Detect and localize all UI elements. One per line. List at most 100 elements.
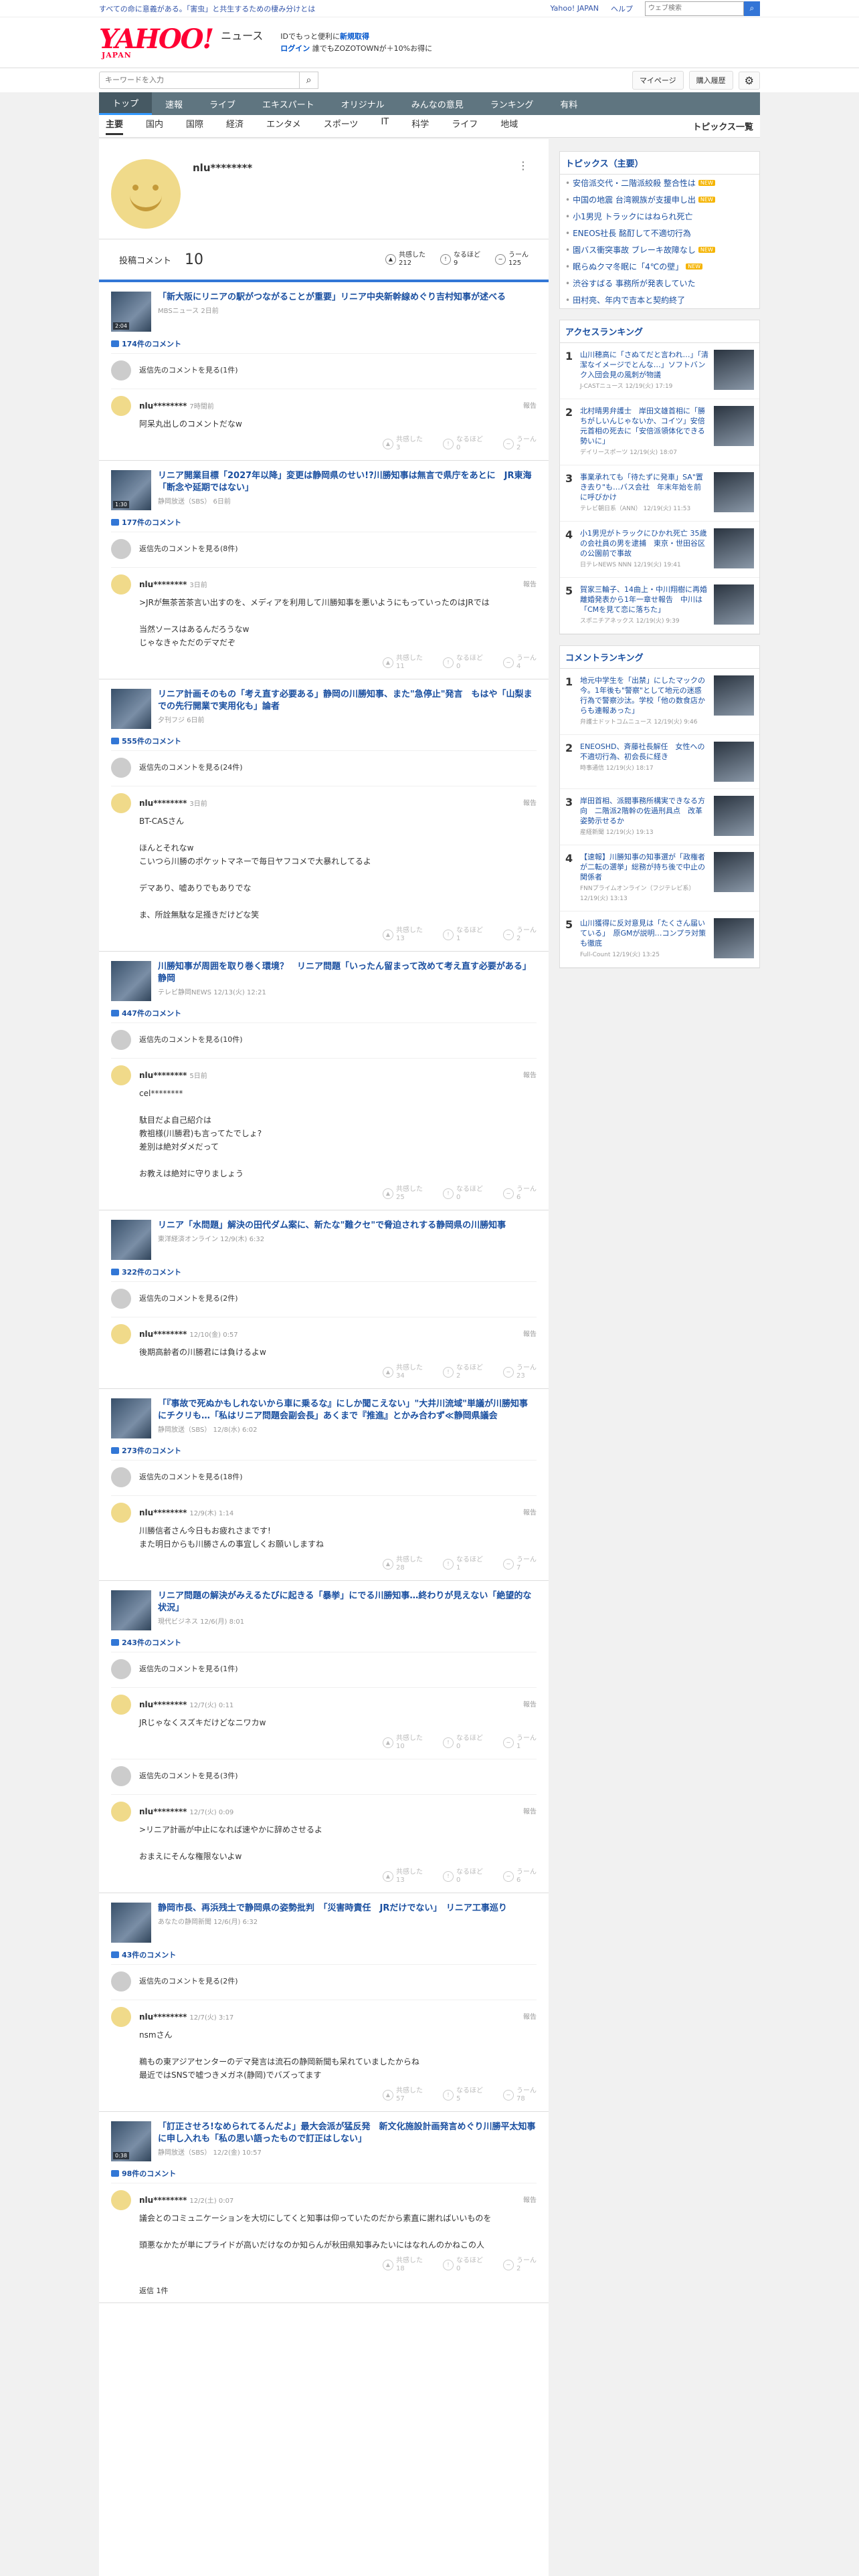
tab-paid[interactable]: 有料 (547, 92, 591, 115)
reaction-button[interactable]: ! なるほど 1 (443, 1556, 483, 1572)
article-title[interactable]: 「『事故で死ぬかもしれないから車に乗るな』にしか聞こえない」"大井川流域"単議が… (158, 1398, 537, 1422)
reaction-button[interactable]: ! なるほど 0 (443, 1186, 483, 1202)
comment-user[interactable]: nlu******** (139, 1700, 187, 1709)
web-search-input[interactable] (645, 1, 744, 16)
tab-original[interactable]: オリジナル (328, 92, 398, 115)
cat-region[interactable]: 地域 (500, 117, 518, 135)
cat-domestic[interactable]: 国内 (146, 117, 163, 135)
report-link[interactable]: 報告 (523, 400, 537, 410)
reaction-button[interactable]: ∼ うーん 6 (503, 1186, 537, 1202)
cat-international[interactable]: 国際 (186, 117, 203, 135)
article-thumbnail[interactable]: 2:04 (111, 292, 151, 332)
reaction-button[interactable]: ▲ 共感した 13 (383, 927, 423, 943)
comment-user[interactable]: nlu******** (139, 1807, 187, 1816)
ranking-title[interactable]: 北村晴男弁護士 岸田文雄首相に「勝ちがしいんじゃないか、コイツ」安倍元首相の死去… (580, 406, 708, 446)
parent-comment-text[interactable]: 返信先のコメントを見る(3件) (139, 1766, 537, 1786)
cat-life[interactable]: ライフ (452, 117, 478, 135)
topic-link[interactable]: • 渋谷すばる 事務所が発表していた (560, 275, 759, 292)
report-link[interactable]: 報告 (523, 2194, 537, 2204)
article-title[interactable]: 静岡市長、再浜残土で静岡県の姿勢批判 「災害時責任 JRだけでない」 リニア工事… (158, 1903, 507, 1915)
article-thumbnail[interactable] (111, 1220, 151, 1260)
reaction-button[interactable]: ∼ うーん 6 (503, 1868, 537, 1885)
parent-comment-link[interactable]: 返信先のコメントを見る(3件) (111, 1759, 537, 1794)
reaction-button[interactable]: ! なるほど 0 (443, 1868, 483, 1885)
article-thumbnail[interactable] (111, 689, 151, 729)
reaction-button[interactable]: ∼ うーん 23 (503, 1364, 537, 1380)
report-link[interactable]: 報告 (523, 1699, 537, 1709)
ranking-title[interactable]: 【速報】川勝知事の知事選が「政権者が二転の選挙」総務が持ち後で中止の関係者 (580, 852, 708, 882)
cat-sports[interactable]: スポーツ (324, 117, 359, 135)
article-thumbnail[interactable]: 1:30 (111, 470, 151, 510)
topic-link[interactable]: • 中国の地震 台湾親族が支援申し出 NEW (560, 191, 759, 208)
parent-comment-text[interactable]: 返信先のコメントを見る(1件) (139, 1659, 537, 1679)
comment-user[interactable]: nlu******** (139, 798, 187, 808)
reaction-button[interactable]: ▲ 共感した 28 (383, 1556, 423, 1572)
reaction-button[interactable]: ! なるほど 0 (443, 655, 483, 671)
ranking-title[interactable]: 小1男児がトラックにひかれ死亡 35歳の会社員の男を逮捕 東京・世田谷区の公園前… (580, 528, 708, 558)
report-link[interactable]: 報告 (523, 578, 537, 588)
parent-comment-link[interactable]: 返信先のコメントを見る(10件) (111, 1023, 537, 1058)
keyword-input[interactable] (99, 72, 300, 89)
report-link[interactable]: 報告 (523, 1328, 537, 1338)
topic-link[interactable]: • ENEOS社長 酩酊して不適切行為 (560, 225, 759, 241)
article-title[interactable]: リニア開業目標「2027年以降」変更は静岡県のせい!?川勝知事は無言で県庁をあと… (158, 470, 537, 494)
topic-link[interactable]: • 眠らぬクマ冬眠に「4℃の壁」 NEW (560, 258, 759, 275)
parent-comment-text[interactable]: 返信先のコメントを見る(8件) (139, 539, 537, 559)
article-thumbnail[interactable] (111, 1398, 151, 1438)
parent-comment-text[interactable]: 返信先のコメントを見る(2件) (139, 1971, 537, 1992)
search-icon[interactable]: ⌕ (744, 1, 760, 16)
reaction-button[interactable]: ∼ うーん 4 (503, 655, 537, 671)
more-menu-icon[interactable]: ⋮ (518, 159, 529, 172)
ranking-item[interactable]: 3 岸田首相、派閥事務所構実できなる方向 二階派2階幹の佐過刑具点 改革姿勢示せる… (560, 789, 759, 845)
article-thumbnail[interactable]: 0:38 (111, 2121, 151, 2161)
ranking-item[interactable]: 1 山川穂高に「さぬてだと言われ…」「清潔なイメージでとんな…」ソフトバンク入団会… (560, 343, 759, 399)
parent-comment-link[interactable]: 返信先のコメントを見る(24件) (111, 750, 537, 786)
report-link[interactable]: 報告 (523, 1507, 537, 1517)
reaction-button[interactable]: ! なるほど 1 (443, 927, 483, 943)
search-icon[interactable]: ⌕ (300, 72, 318, 89)
ranking-item[interactable]: 4 【速報】川勝知事の知事選が「政権者が二転の選挙」総務が持ち後で中止の関係者 FN… (560, 845, 759, 911)
parent-comment-link[interactable]: 返信先のコメントを見る(2件) (111, 1964, 537, 2000)
tab-breaking[interactable]: 速報 (152, 92, 196, 115)
signup-link[interactable]: 新規取得 (340, 32, 369, 41)
reaction-button[interactable]: ∼ うーん 7 (503, 1556, 537, 1572)
topic-link[interactable]: • 安倍派交代・二階派絞殺 整合性は NEW (560, 175, 759, 191)
article-title[interactable]: 「訂正させろ!なめられてるんだよ」最大会派が猛反発 新文化施設計画発言めぐり川勝… (158, 2121, 537, 2145)
reaction-button[interactable]: ∼ うーん 2 (503, 927, 537, 943)
login-link[interactable]: ログイン (280, 44, 310, 53)
ranking-title[interactable]: 岸田首相、派閥事務所構実できなる方向 二階派2階幹の佐過刑具点 改革姿勢示せるか (580, 796, 708, 826)
tab-ranking[interactable]: ランキング (477, 92, 547, 115)
reply-count-link[interactable]: 返信 1件 (139, 2285, 537, 2296)
article-title[interactable]: 「新大阪にリニアの駅がつながることが重要」リニア中央新幹線めぐり吉村知事が述べる (158, 292, 506, 304)
parent-comment-link[interactable]: 返信先のコメントを見る(1件) (111, 1652, 537, 1687)
ranking-title[interactable]: 賀家三輪子、14曲上・中川翔樹に再婚 離婚発表から1年一章せ報告 中川は「CMを… (580, 584, 714, 615)
reaction-button[interactable]: ▲ 共感した 34 (383, 1364, 423, 1380)
comment-count-link[interactable]: 555件のコメント (111, 736, 537, 746)
comment-user[interactable]: nlu******** (139, 401, 187, 411)
comment-count-link[interactable]: 447件のコメント (111, 1008, 537, 1018)
comment-count-link[interactable]: 177件のコメント (111, 517, 537, 528)
ranking-item[interactable]: 4 小1男児がトラックにひかれ死亡 35歳の会社員の男を逮捕 東京・世田谷区の公園… (560, 522, 759, 578)
ranking-title[interactable]: 地元中学生を「出禁」にしたマックの今。1年後も"警察"として地元の迷惑行為で警察… (580, 675, 708, 716)
cat-entertainment[interactable]: エンタメ (266, 117, 301, 135)
article-title[interactable]: リニア「水問題」解決の田代ダム案に、新たな"難クセ"で脅迫されする静岡県の川勝知… (158, 1220, 506, 1232)
ranking-item[interactable]: 5 賀家三輪子、14曲上・中川翔樹に再婚 離婚発表から1年一章せ報告 中川は「CM… (560, 578, 759, 634)
comment-count-link[interactable]: 43件のコメント (111, 1949, 537, 1960)
comment-user[interactable]: nlu******** (139, 1071, 187, 1080)
reaction-button[interactable]: ∼ うーん 78 (503, 2087, 537, 2103)
topic-link[interactable]: • 園バス衝突事故 ブレーキ故障なし NEW (560, 241, 759, 258)
purchase-history-button[interactable]: 購入履歴 (688, 71, 733, 90)
ranking-title[interactable]: 事業承れても「待たずに発車」SA"置き去り"も…バス会社 年末年始を前に呼びかけ (580, 472, 708, 502)
tab-live[interactable]: ライブ (196, 92, 249, 115)
comment-user[interactable]: nlu******** (139, 2195, 187, 2205)
reaction-button[interactable]: ▲ 共感した 11 (383, 655, 423, 671)
topic-link[interactable]: • 田村亮、年内で吉本と契約終了 (560, 292, 759, 308)
parent-comment-text[interactable]: 返信先のコメントを見る(24件) (139, 758, 537, 778)
parent-comment-text[interactable]: 返信先のコメントを見る(1件) (139, 360, 537, 381)
ranking-title[interactable]: 山川獲得に反対意見は「たくさん届いている」 原GMが説明…コンプラ対策も徹底 (580, 918, 708, 948)
reaction-button[interactable]: ! なるほど 0 (443, 436, 483, 452)
reaction-button[interactable]: ∼ うーん 2 (503, 436, 537, 452)
ranking-title[interactable]: 山川穂高に「さぬてだと言われ…」「清潔なイメージでとんな…」ソフトバンク入団会見… (580, 350, 708, 380)
top-notice-link[interactable]: すべての命に意義がある。「害虫」と共生するための棲み分けとは (99, 3, 315, 14)
ranking-item[interactable]: 5 山川獲得に反対意見は「たくさん届いている」 原GMが説明…コンプラ対策も徹底 F… (560, 911, 759, 968)
